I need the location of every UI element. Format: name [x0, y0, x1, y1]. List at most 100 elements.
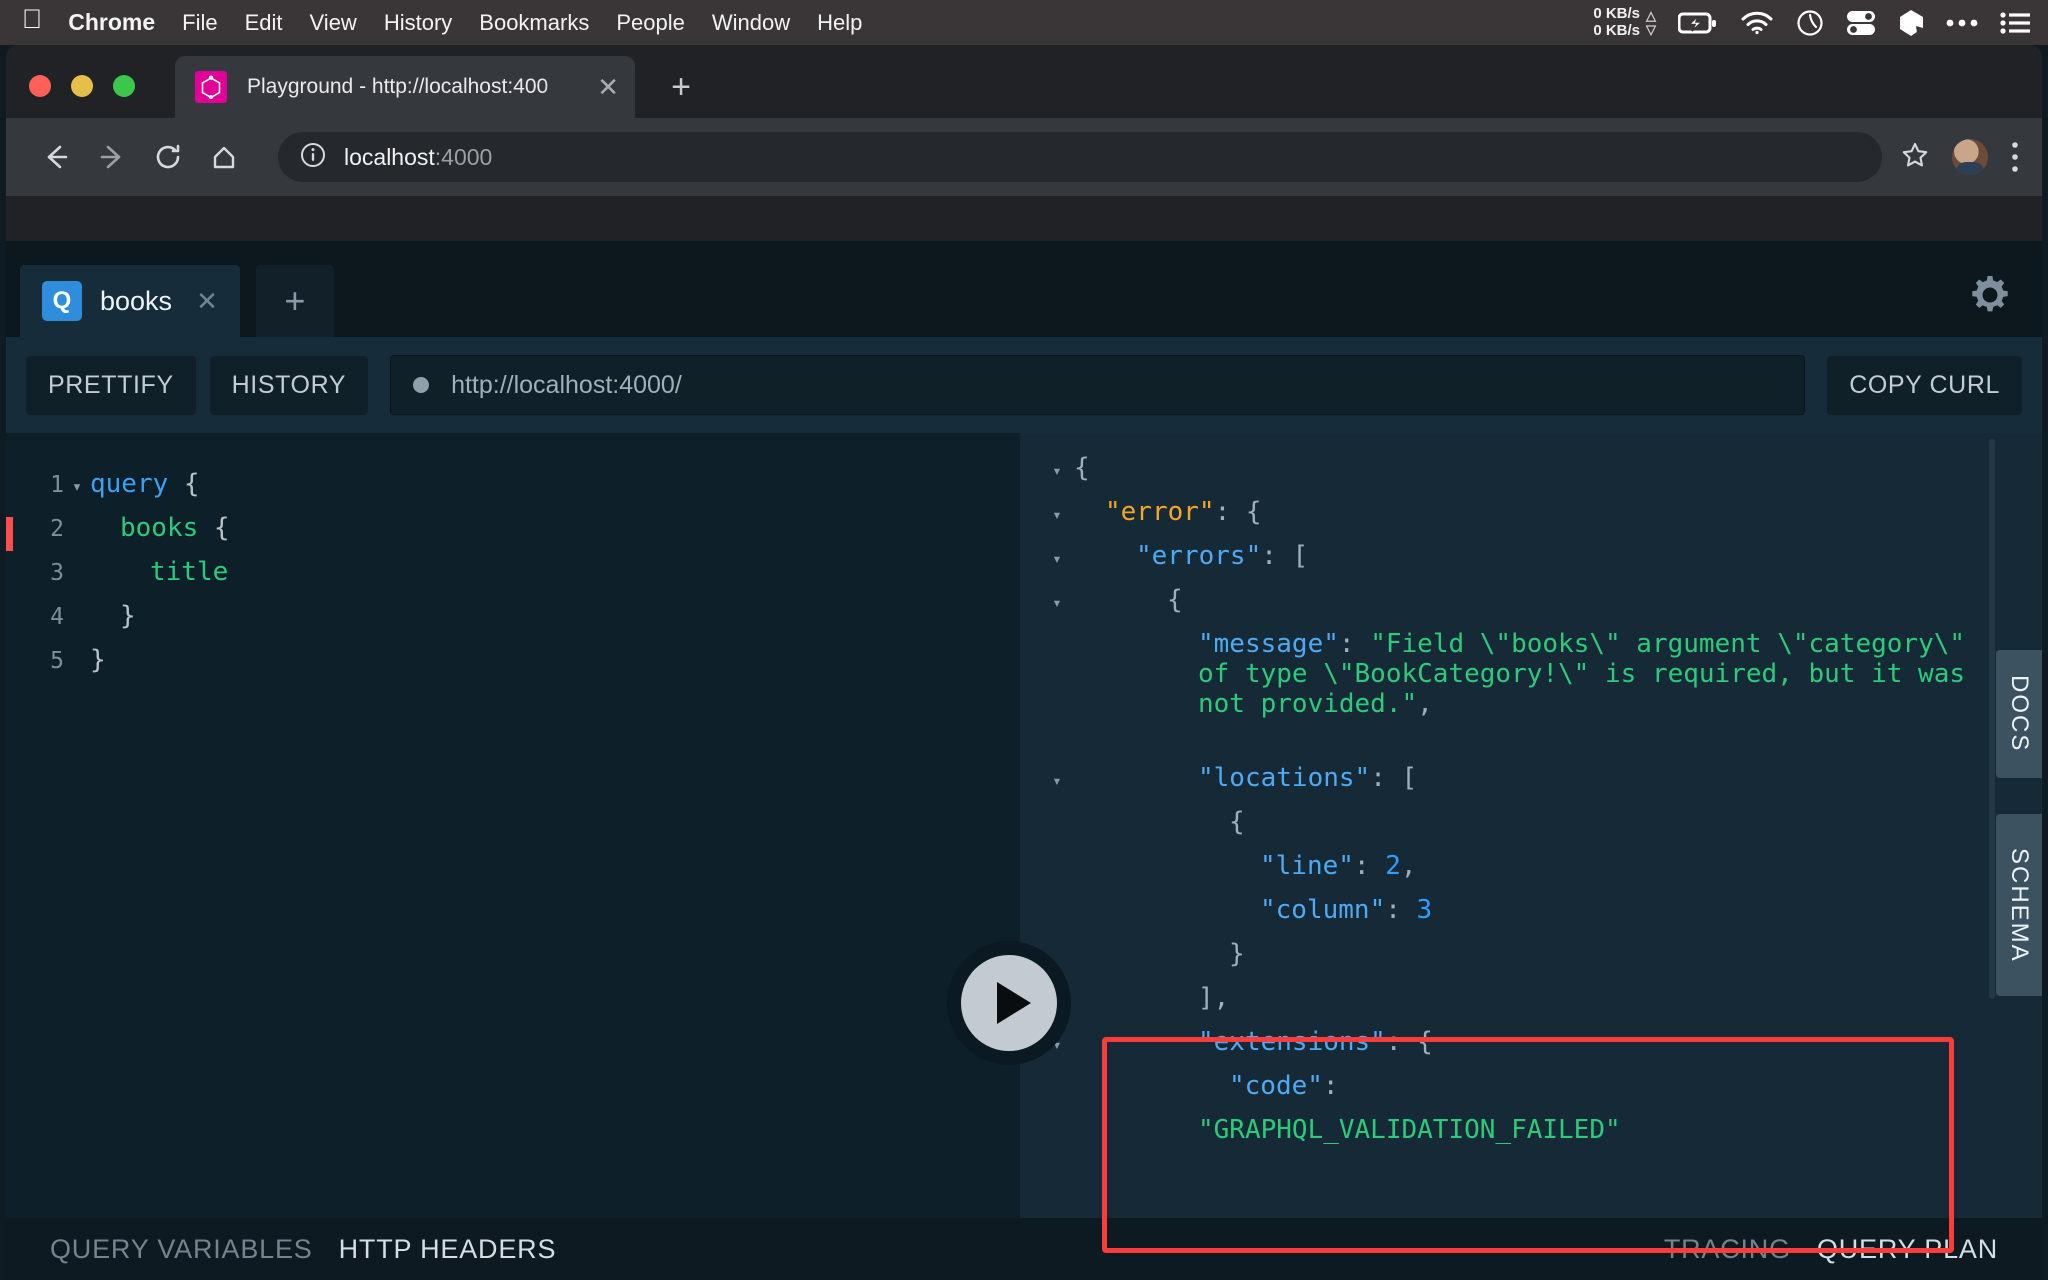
footer-query-plan[interactable]: QUERY PLAN — [1817, 1234, 1998, 1265]
kebab-menu-icon[interactable] — [2010, 140, 2020, 174]
macos-menu-bar:  Chrome File Edit View History Bookmark… — [0, 0, 2048, 45]
fold-arrow-icon[interactable]: ▾ — [1040, 549, 1074, 568]
ellipsis-icon[interactable] — [1946, 18, 1978, 28]
menu-item-edit[interactable]: Edit — [245, 10, 283, 36]
back-arrow-icon[interactable] — [28, 129, 84, 185]
playground-tab-books[interactable]: Q books ✕ — [20, 265, 240, 337]
editor-line[interactable]: 3 title — [6, 557, 1020, 601]
response-line-text: "extensions": { — [1198, 1027, 1433, 1057]
menu-item-chrome[interactable]: Chrome — [68, 9, 155, 36]
editor-line[interactable]: 4} — [6, 601, 1020, 645]
history-button[interactable]: HISTORY — [209, 355, 369, 415]
response-viewer[interactable]: ▾{▾ "error": {▾ "errors": [▾{"message": "F… — [1020, 433, 2042, 1218]
home-icon[interactable] — [196, 129, 252, 185]
response-line: ▾ "errors": [ — [1030, 541, 1972, 585]
maximize-window-button[interactable] — [113, 75, 135, 97]
graphql-playground: Q books ✕ + PRETTIFY HISTORY http://loca… — [6, 241, 2042, 1280]
footer-tracing[interactable]: TRACING — [1664, 1234, 1791, 1265]
editor-line-number: 2 — [50, 516, 64, 542]
playground-footer: QUERY VARIABLES HTTP HEADERS TRACING QUE… — [6, 1218, 2042, 1280]
response-line: ▾ "locations": [ — [1030, 763, 1972, 807]
response-line-text: ], — [1198, 983, 1230, 1013]
response-line: "column": 3 — [1030, 895, 1972, 939]
menu-item-view[interactable]: View — [310, 10, 357, 36]
info-circle-icon[interactable] — [300, 142, 326, 173]
side-tab-schema-label: SCHEMA — [2006, 847, 2033, 963]
fold-arrow-icon[interactable]: ▾ — [1040, 505, 1074, 524]
browser-tab-title: Playground - http://localhost:400 — [247, 75, 549, 98]
editor-line-text: title — [150, 557, 229, 587]
copy-curl-button[interactable]: COPY CURL — [1827, 355, 2022, 415]
side-tab-docs-label: DOCS — [2006, 675, 2033, 753]
menu-item-people[interactable]: People — [616, 10, 685, 36]
playground-toolbar: PRETTIFY HISTORY http://localhost:4000/ … — [6, 337, 2042, 433]
playground-new-tab-button[interactable]: + — [255, 265, 334, 337]
dropbox-icon[interactable] — [1898, 9, 1924, 37]
playground-side-tabs: DOCS SCHEMA — [1996, 433, 2042, 1218]
editor-line-number: 1 — [50, 472, 64, 498]
menu-item-file[interactable]: File — [182, 10, 217, 36]
forward-arrow-icon[interactable] — [84, 129, 140, 185]
browser-tab[interactable]: Playground - http://localhost:400 ✕ — [175, 56, 635, 118]
response-line: { — [1030, 807, 1972, 851]
fold-arrow-icon[interactable]: ▾ — [1040, 461, 1074, 480]
editor-line-text: query { — [90, 469, 200, 499]
apple-logo-icon[interactable]:  — [22, 6, 42, 33]
network-upload-speed: 0 KB/s — [1593, 4, 1640, 22]
editor-line-text: } — [120, 601, 136, 631]
response-line-text: "GRAPHQL_VALIDATION_FAILED" — [1198, 1115, 1621, 1145]
response-line-text: "errors": [ — [1136, 541, 1309, 571]
response-line: "line": 2, — [1030, 851, 1972, 895]
battery-charging-icon[interactable] — [1678, 11, 1718, 35]
footer-http-headers[interactable]: HTTP HEADERS — [339, 1234, 557, 1265]
menu-item-history[interactable]: History — [384, 10, 452, 36]
clock-icon[interactable] — [1796, 9, 1824, 37]
playground-tab-label: books — [100, 285, 173, 316]
response-scrollbar[interactable] — [1989, 439, 1995, 999]
response-line-text: "column": 3 — [1260, 895, 1433, 925]
editor-line-number: 5 — [50, 648, 64, 674]
fold-arrow-icon[interactable]: ▾ — [1040, 771, 1074, 790]
url-port: :4000 — [434, 143, 493, 170]
new-tab-button[interactable]: + — [661, 70, 701, 104]
prettify-button[interactable]: PRETTIFY — [26, 355, 196, 415]
side-tab-schema[interactable]: SCHEMA — [1996, 814, 2042, 996]
close-icon[interactable]: ✕ — [196, 286, 218, 317]
list-icon[interactable] — [2000, 11, 2030, 34]
menu-item-bookmarks[interactable]: Bookmarks — [479, 10, 589, 36]
graphql-icon — [195, 71, 227, 103]
window-controls — [6, 75, 135, 118]
fold-arrow-icon[interactable]: ▾ — [64, 477, 90, 497]
star-icon[interactable] — [1900, 140, 1930, 175]
response-line: "GRAPHQL_VALIDATION_FAILED" — [1030, 1115, 1972, 1159]
response-line-text: { — [1229, 807, 1245, 837]
menu-item-window[interactable]: Window — [712, 10, 790, 36]
fold-arrow-icon[interactable]: ▾ — [1040, 593, 1074, 612]
response-line: ▾{ — [1030, 453, 1972, 497]
address-bar-text: localhost:4000 — [344, 144, 492, 171]
browser-tab-strip: Playground - http://localhost:400 ✕ + — [6, 45, 2042, 118]
close-window-button[interactable] — [29, 75, 51, 97]
response-line-text: { — [1167, 585, 1183, 615]
wifi-icon[interactable] — [1740, 11, 1774, 35]
editor-line[interactable]: 2 books { — [6, 513, 1020, 557]
network-arrows-icon: △ ▽ — [1646, 7, 1656, 37]
minimize-window-button[interactable] — [71, 75, 93, 97]
editor-line-text: books { — [120, 513, 230, 543]
endpoint-url-field[interactable]: http://localhost:4000/ — [390, 355, 1806, 415]
reload-icon[interactable] — [140, 129, 196, 185]
response-line-text: "error": { — [1105, 497, 1262, 527]
editor-line[interactable]: 5} — [6, 645, 1020, 689]
editor-line[interactable]: 1 ▾ query { — [6, 469, 1020, 513]
footer-query-variables[interactable]: QUERY VARIABLES — [50, 1234, 313, 1265]
network-speed-indicator[interactable]: 0 KB/s 0 KB/s △ ▽ — [1593, 4, 1656, 40]
address-bar[interactable]: localhost:4000 — [278, 132, 1882, 182]
gear-icon[interactable] — [1968, 273, 2012, 322]
avatar[interactable] — [1952, 139, 1988, 175]
control-center-icon[interactable] — [1846, 9, 1876, 37]
close-icon[interactable]: ✕ — [597, 74, 619, 100]
side-tab-docs[interactable]: DOCS — [1996, 650, 2042, 778]
run-query-button[interactable] — [947, 941, 1071, 1065]
menu-item-help[interactable]: Help — [817, 10, 862, 36]
query-editor[interactable]: 1 ▾ query {2 books {3 title 4} 5} — [6, 433, 1020, 1218]
